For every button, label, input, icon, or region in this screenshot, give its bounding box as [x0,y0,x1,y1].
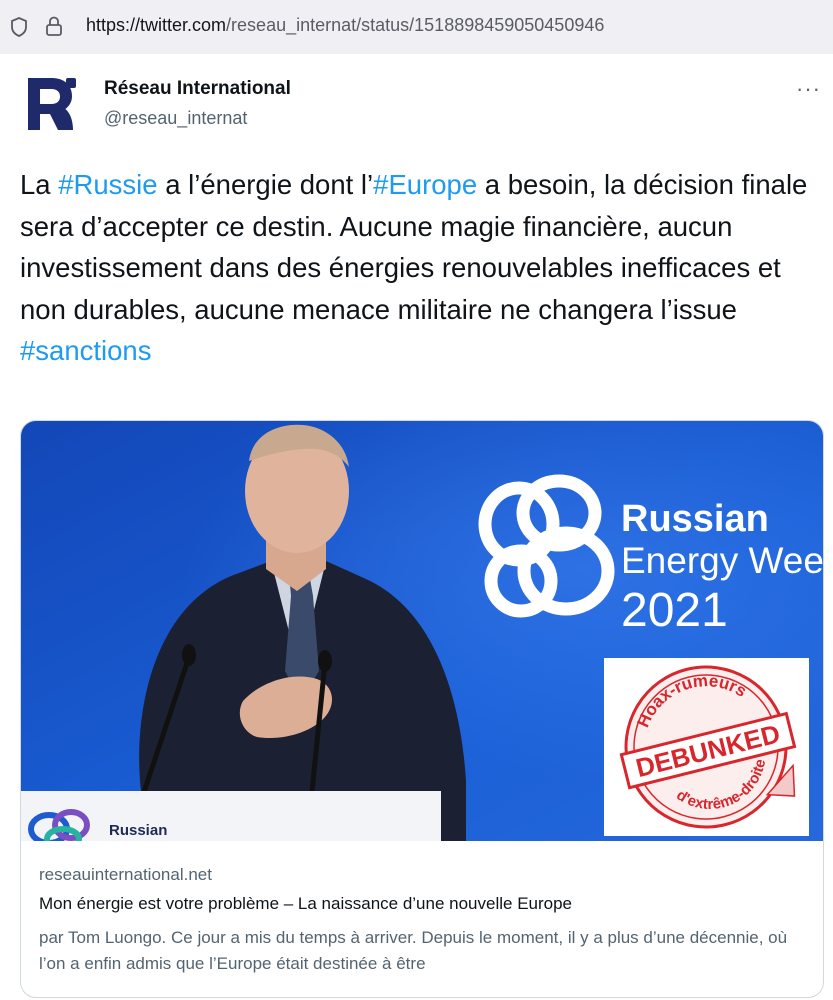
tweet-text: La #Russie a l’énergie dont l’#Europe a … [20,164,820,372]
hashtag-link[interactable]: #Europe [373,169,477,200]
hashtag-link[interactable]: #sanctions [20,335,151,366]
backdrop-year: 2021 [621,584,728,637]
tweet-text-segment: La [20,169,59,200]
browser-url-bar[interactable]: https://twitter.com/reseau_internat/stat… [0,0,833,54]
card-domain[interactable]: reseauinternational.net [39,865,212,885]
lock-icon[interactable] [44,15,64,37]
card-description[interactable]: par Tom Luongo. Ce jour a mis du temps à… [39,925,809,977]
backdrop-text-2: Energy Week [621,540,823,581]
url-text[interactable]: https://twitter.com/reseau_internat/stat… [86,15,604,36]
url-host: https://twitter.com [86,15,227,35]
card-title[interactable]: Mon énergie est votre problème – La nais… [39,894,572,914]
backdrop-text-1: Russian [621,498,769,540]
account-display-name[interactable]: Réseau International [104,78,291,100]
tweet-text-segment: a l’énergie dont l’ [157,169,374,200]
url-path: /reseau_internat/status/1518898459050450… [226,15,605,35]
avatar[interactable] [20,72,84,136]
shield-icon[interactable] [10,17,28,37]
podium-text: Russian [109,822,167,839]
account-handle[interactable]: @reseau_internat [104,108,247,129]
more-options-icon[interactable]: ··· [796,76,821,102]
hashtag-link[interactable]: #Russie [58,169,157,200]
debunked-stamp: Hoax-rumeurs DEBUNKED d'extrême-droite [604,658,809,836]
